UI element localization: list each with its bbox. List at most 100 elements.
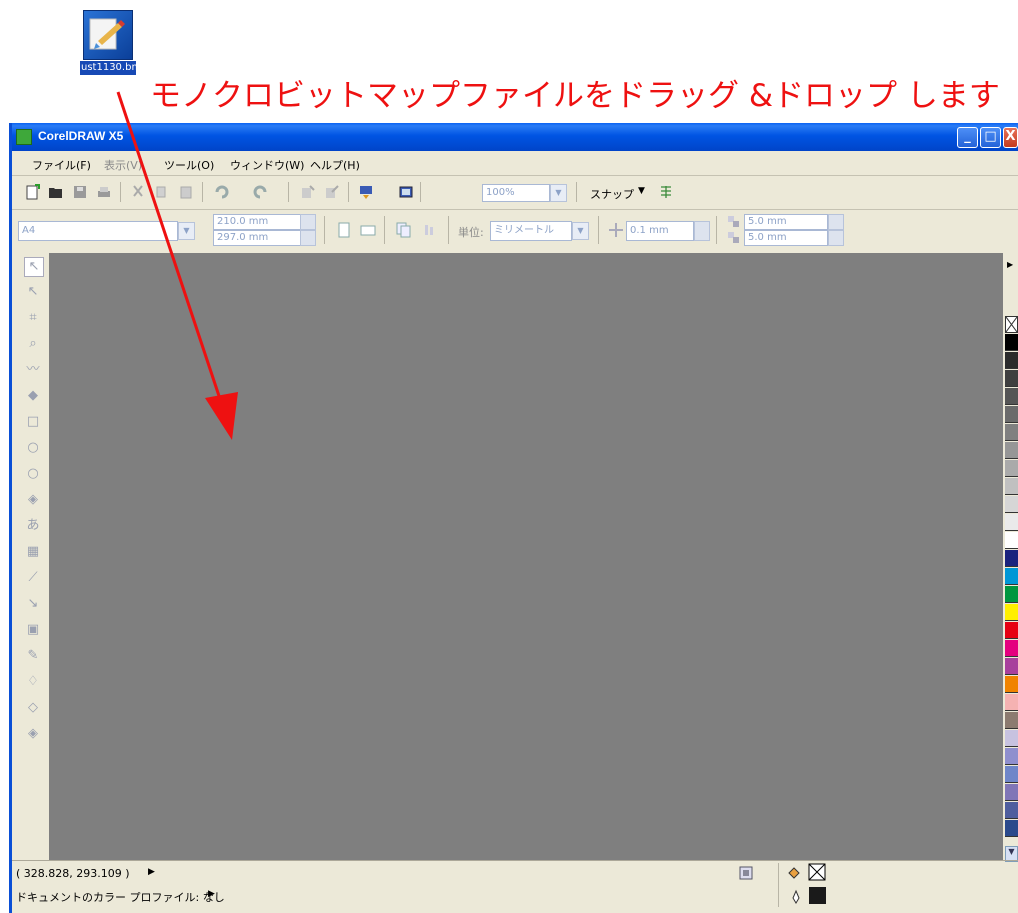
- color-swatch[interactable]: [1005, 424, 1018, 441]
- color-swatch[interactable]: [1005, 370, 1018, 387]
- color-swatch[interactable]: [1005, 334, 1018, 351]
- title-bar[interactable]: CorelDRAW X5 _ □ X: [12, 123, 1018, 151]
- freehand-tool-icon[interactable]: 〰: [24, 361, 42, 379]
- coordinates-menu-arrow[interactable]: ▶: [148, 867, 155, 877]
- copy-icon[interactable]: [154, 184, 170, 200]
- menu-file[interactable]: ファイル(F): [32, 157, 91, 173]
- page-size-select[interactable]: A4: [18, 221, 178, 241]
- color-swatch[interactable]: [1005, 712, 1018, 729]
- import-icon[interactable]: [300, 184, 316, 200]
- print-icon[interactable]: [96, 184, 112, 200]
- text-tool-icon[interactable]: あ: [24, 517, 42, 535]
- color-swatch[interactable]: [1005, 478, 1018, 495]
- color-swatch[interactable]: [1005, 406, 1018, 423]
- color-swatch[interactable]: [1005, 532, 1018, 549]
- page-size-dropdown-arrow[interactable]: ▼: [178, 222, 195, 240]
- color-swatch[interactable]: [1005, 586, 1018, 603]
- duplicate-y-spinner[interactable]: [828, 230, 844, 246]
- color-swatch[interactable]: [1005, 730, 1018, 747]
- no-fill-icon[interactable]: [808, 863, 826, 881]
- color-swatch[interactable]: [1005, 496, 1018, 513]
- interactive-fill-tool-icon[interactable]: ◈: [24, 725, 42, 743]
- color-swatch[interactable]: [1005, 514, 1018, 531]
- snap-label[interactable]: スナップ: [590, 186, 634, 202]
- color-swatch[interactable]: [1005, 748, 1018, 765]
- redo-icon[interactable]: [252, 184, 268, 200]
- rectangle-tool-icon[interactable]: □: [24, 413, 42, 431]
- ellipse-tool-icon[interactable]: ○: [24, 439, 42, 457]
- dimension-tool-icon[interactable]: ⟋: [24, 569, 42, 587]
- duplicate-x-spinner[interactable]: [828, 214, 844, 230]
- no-color-swatch[interactable]: [1005, 316, 1018, 333]
- page-width-field[interactable]: 210.0 mm: [213, 214, 305, 230]
- basic-shapes-tool-icon[interactable]: ◈: [24, 491, 42, 509]
- application-launcher-icon[interactable]: [358, 184, 374, 200]
- close-button[interactable]: X: [1003, 127, 1018, 148]
- fill-icon[interactable]: [786, 865, 802, 881]
- palette-flyout-icon[interactable]: ▶: [1007, 260, 1013, 269]
- current-page-icon[interactable]: [422, 222, 438, 238]
- color-swatch[interactable]: [1005, 676, 1018, 693]
- menu-help[interactable]: ヘルプ(H): [310, 157, 360, 173]
- open-folder-icon[interactable]: [48, 184, 64, 200]
- color-swatch[interactable]: [1005, 784, 1018, 801]
- nudge-distance-spinner[interactable]: [694, 221, 710, 241]
- menu-view[interactable]: 表示(V): [104, 157, 142, 173]
- color-swatch[interactable]: [1005, 550, 1018, 567]
- polygon-tool-icon[interactable]: ○: [24, 465, 42, 483]
- duplicate-y-field[interactable]: 5.0 mm: [744, 230, 828, 246]
- duplicate-x-field[interactable]: 5.0 mm: [744, 214, 828, 230]
- color-swatch[interactable]: [1005, 640, 1018, 657]
- smart-fill-tool-icon[interactable]: ◆: [24, 387, 42, 405]
- landscape-orientation-icon[interactable]: [360, 222, 376, 238]
- palette-scroll-up-area[interactable]: ▶: [1005, 252, 1018, 312]
- color-swatch[interactable]: [1005, 604, 1018, 621]
- zoom-dropdown-arrow[interactable]: ▼: [550, 184, 567, 202]
- crop-tool-icon[interactable]: ⌗: [24, 309, 42, 327]
- portrait-orientation-icon[interactable]: [336, 222, 352, 238]
- color-swatch[interactable]: [1005, 802, 1018, 819]
- color-swatch[interactable]: [1005, 766, 1018, 783]
- welcome-screen-icon[interactable]: [398, 184, 414, 200]
- color-swatch[interactable]: [1005, 694, 1018, 711]
- undo-icon[interactable]: [214, 184, 230, 200]
- color-proof-icon[interactable]: [738, 865, 754, 881]
- new-document-icon[interactable]: [24, 184, 40, 200]
- bitmap-file-icon[interactable]: ust1130.bm: [80, 10, 136, 76]
- pick-tool-icon[interactable]: ↖: [24, 257, 44, 277]
- color-swatch[interactable]: [1005, 622, 1018, 639]
- cut-icon[interactable]: [130, 184, 146, 200]
- color-profile-menu-arrow[interactable]: ▶: [208, 889, 215, 899]
- nudge-distance-field[interactable]: 0.1 mm: [626, 221, 694, 241]
- all-pages-icon[interactable]: [396, 222, 412, 238]
- menu-tools[interactable]: ツール(O): [164, 157, 214, 173]
- fill-tool-icon[interactable]: ◇: [24, 699, 42, 717]
- color-swatch[interactable]: [1005, 352, 1018, 369]
- color-swatch[interactable]: [1005, 658, 1018, 675]
- maximize-button[interactable]: □: [980, 127, 1001, 148]
- units-dropdown-arrow[interactable]: ▼: [572, 222, 589, 240]
- export-icon[interactable]: [324, 184, 340, 200]
- table-tool-icon[interactable]: ▦: [24, 543, 42, 561]
- outline-pen-icon[interactable]: [788, 889, 804, 905]
- color-swatch[interactable]: [1005, 388, 1018, 405]
- zoom-level-field[interactable]: 100%: [482, 184, 550, 202]
- minimize-button[interactable]: _: [957, 127, 978, 148]
- zoom-tool-icon[interactable]: ⌕: [24, 335, 42, 353]
- color-swatch[interactable]: [1005, 820, 1018, 837]
- color-swatch[interactable]: [1005, 568, 1018, 585]
- blend-tool-icon[interactable]: ▣: [24, 621, 42, 639]
- color-swatch[interactable]: [1005, 460, 1018, 477]
- snap-dropdown-arrow[interactable]: ▼: [638, 186, 645, 196]
- page-height-field[interactable]: 297.0 mm: [213, 230, 305, 246]
- connector-tool-icon[interactable]: ↘: [24, 595, 42, 613]
- units-select[interactable]: ミリメートル: [490, 221, 572, 241]
- shape-tool-icon[interactable]: ↖: [24, 283, 42, 301]
- page-height-spinner[interactable]: [300, 230, 316, 246]
- drawing-canvas[interactable]: [49, 253, 1003, 860]
- snap-icon[interactable]: [658, 184, 674, 200]
- page-width-spinner[interactable]: [300, 214, 316, 230]
- eyedropper-tool-icon[interactable]: ✎: [24, 647, 42, 665]
- menu-window[interactable]: ウィンドウ(W): [230, 157, 304, 173]
- paste-icon[interactable]: [178, 184, 194, 200]
